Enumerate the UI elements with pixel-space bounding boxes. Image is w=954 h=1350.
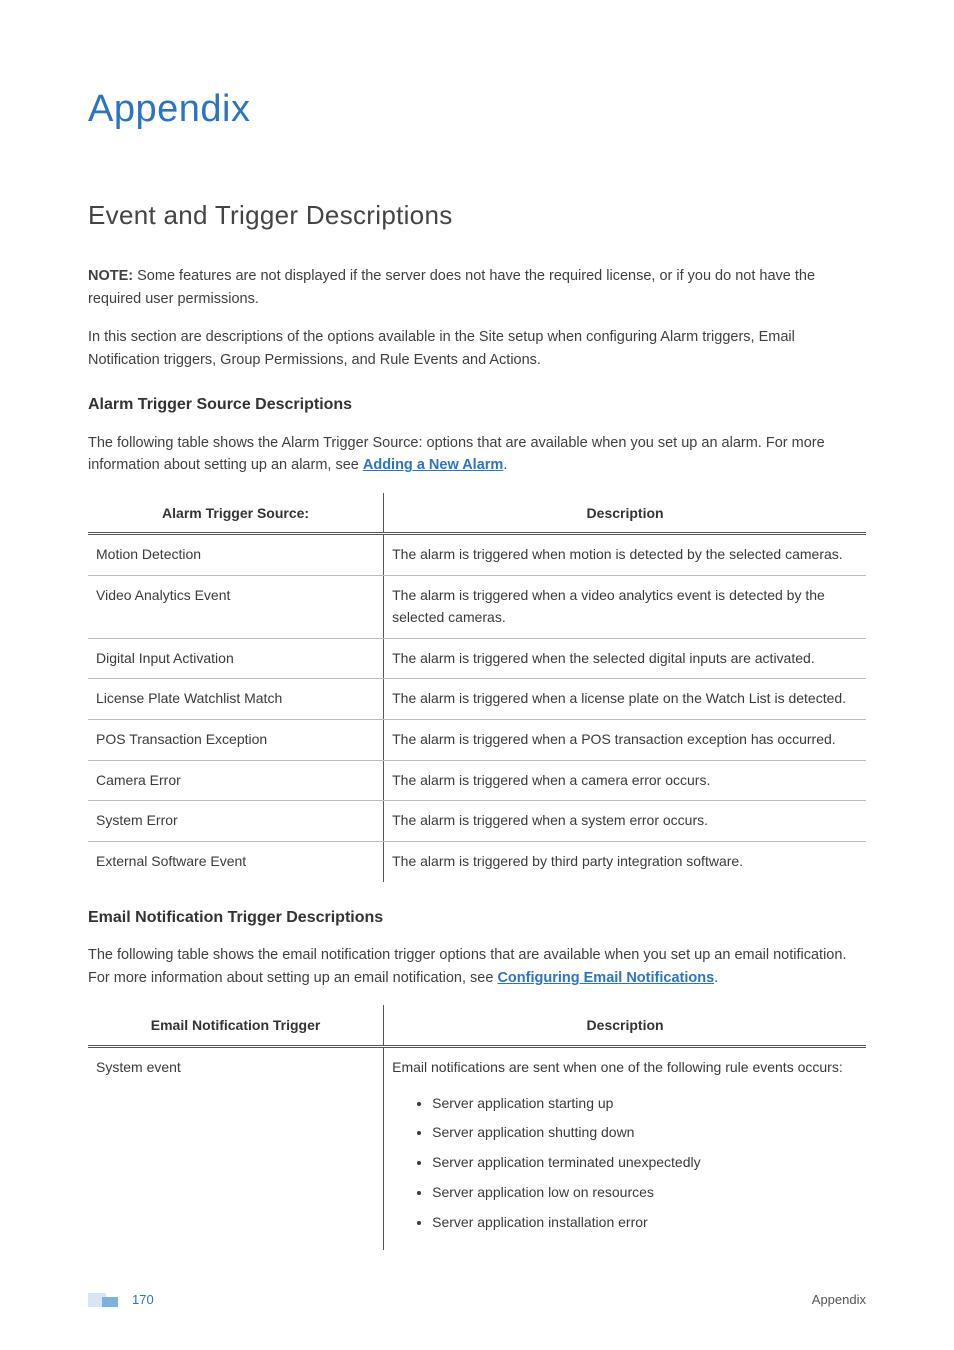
configuring-email-link[interactable]: Configuring Email Notifications — [497, 970, 714, 986]
adding-new-alarm-link[interactable]: Adding a New Alarm — [363, 457, 503, 473]
page-footer: 170 Appendix — [88, 1290, 866, 1310]
alarm-source-cell: Digital Input Activation — [88, 638, 384, 679]
list-item: Server application terminated unexpected… — [432, 1152, 858, 1174]
alarm-source-cell: System Error — [88, 801, 384, 842]
table-row: System event Email notifications are sen… — [88, 1047, 866, 1251]
email-table: Email Notification Trigger Description S… — [88, 1005, 866, 1250]
alarm-source-cell: External Software Event — [88, 841, 384, 881]
alarm-source-cell: Video Analytics Event — [88, 576, 384, 638]
email-intro-suffix: . — [714, 970, 718, 986]
alarm-source-cell: POS Transaction Exception — [88, 719, 384, 760]
alarm-source-cell: Camera Error — [88, 760, 384, 801]
table-row: Motion DetectionThe alarm is triggered w… — [88, 534, 866, 576]
alarm-intro: The following table shows the Alarm Trig… — [88, 432, 866, 477]
page-number: 170 — [132, 1290, 154, 1310]
table-row: POS Transaction ExceptionThe alarm is tr… — [88, 719, 866, 760]
intro-paragraph: In this section are descriptions of the … — [88, 326, 866, 371]
alarm-source-cell: Motion Detection — [88, 534, 384, 576]
table-row: License Plate Watchlist MatchThe alarm i… — [88, 679, 866, 720]
table-row: Camera ErrorThe alarm is triggered when … — [88, 760, 866, 801]
footer-left: 170 — [88, 1290, 154, 1310]
alarm-desc-cell: The alarm is triggered when a system err… — [384, 801, 866, 842]
list-item: Server application shutting down — [432, 1122, 858, 1144]
list-item: Server application starting up — [432, 1093, 858, 1115]
list-item: Server application low on resources — [432, 1182, 858, 1204]
note-paragraph: NOTE: Some features are not displayed if… — [88, 265, 866, 310]
alarm-intro-suffix: . — [503, 457, 507, 473]
alarm-heading: Alarm Trigger Source Descriptions — [88, 393, 866, 418]
alarm-desc-cell: The alarm is triggered when a license pl… — [384, 679, 866, 720]
note-text: Some features are not displayed if the s… — [88, 268, 815, 306]
page-title: Appendix — [88, 80, 866, 139]
email-row-src: System event — [88, 1047, 384, 1251]
email-col2-header: Description — [384, 1005, 866, 1046]
alarm-desc-cell: The alarm is triggered when a camera err… — [384, 760, 866, 801]
email-bullet-list: Server application starting up Server app… — [392, 1093, 858, 1233]
footer-label: Appendix — [812, 1290, 866, 1310]
email-desc-intro: Email notifications are sent when one of… — [392, 1059, 843, 1075]
alarm-col1-header: Alarm Trigger Source: — [88, 493, 384, 534]
alarm-desc-cell: The alarm is triggered when a video anal… — [384, 576, 866, 638]
alarm-desc-cell: The alarm is triggered when a POS transa… — [384, 719, 866, 760]
alarm-source-cell: License Plate Watchlist Match — [88, 679, 384, 720]
email-row-desc: Email notifications are sent when one of… — [384, 1047, 866, 1251]
list-item: Server application installation error — [432, 1212, 858, 1234]
alarm-table: Alarm Trigger Source: Description Motion… — [88, 493, 866, 882]
email-intro: The following table shows the email noti… — [88, 944, 866, 989]
email-heading: Email Notification Trigger Descriptions — [88, 906, 866, 931]
alarm-col2-header: Description — [384, 493, 866, 534]
table-row: System ErrorThe alarm is triggered when … — [88, 801, 866, 842]
alarm-desc-cell: The alarm is triggered by third party in… — [384, 841, 866, 881]
email-col1-header: Email Notification Trigger — [88, 1005, 384, 1046]
alarm-desc-cell: The alarm is triggered when motion is de… — [384, 534, 866, 576]
table-row: Digital Input ActivationThe alarm is tri… — [88, 638, 866, 679]
note-label: NOTE: — [88, 268, 133, 284]
alarm-desc-cell: The alarm is triggered when the selected… — [384, 638, 866, 679]
section-title: Event and Trigger Descriptions — [88, 195, 866, 235]
table-row: External Software EventThe alarm is trig… — [88, 841, 866, 881]
email-intro-prefix: The following table shows the email noti… — [88, 947, 846, 985]
footer-logo-icon — [88, 1293, 118, 1307]
table-row: Video Analytics EventThe alarm is trigge… — [88, 576, 866, 638]
